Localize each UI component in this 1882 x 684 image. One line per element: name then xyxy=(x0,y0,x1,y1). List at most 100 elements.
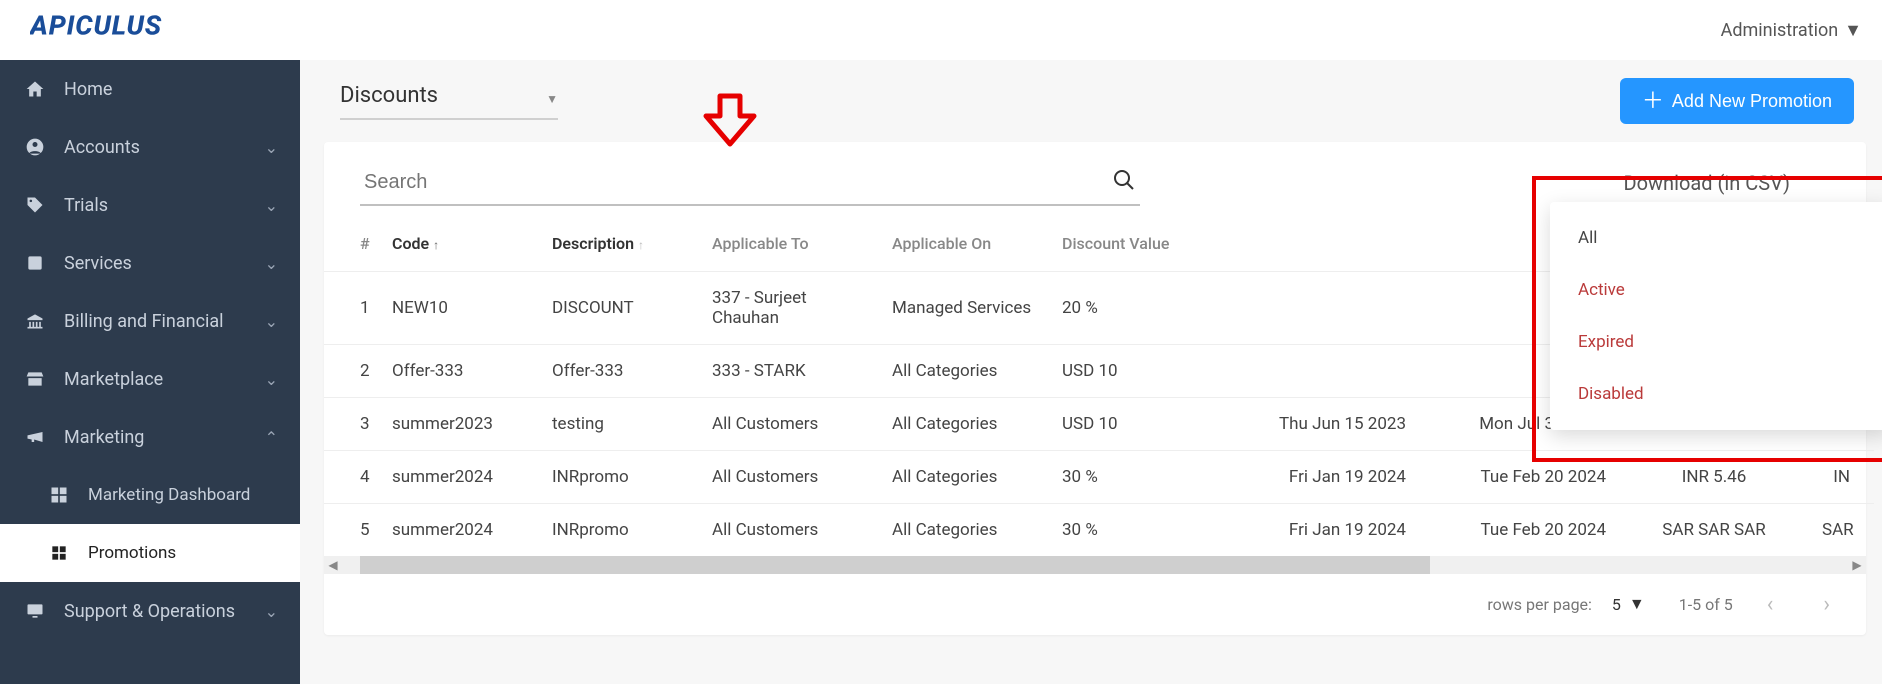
sort-asc-icon: ↑ xyxy=(433,238,439,252)
bank-icon xyxy=(22,311,48,331)
sidebar-item-label: Billing and Financial xyxy=(64,311,265,332)
rows-per-page-select[interactable]: 5 ▼ xyxy=(1612,594,1645,615)
tag-icon xyxy=(22,195,48,215)
sidebar-item-label: Marketing Dashboard xyxy=(88,485,278,505)
add-promotion-button[interactable]: ＋ Add New Promotion xyxy=(1620,78,1854,124)
cell-start-date: Thu Jun 15 2023 xyxy=(1214,398,1414,451)
sidebar-item-label: Promotions xyxy=(88,543,278,563)
column-header-start[interactable] xyxy=(1214,216,1414,272)
cell-description: INRpromo xyxy=(544,504,704,557)
scrollbar-thumb[interactable] xyxy=(360,556,1430,574)
cell-code: summer2023 xyxy=(384,398,544,451)
sidebar-item-label: Home xyxy=(64,79,278,100)
search-input[interactable] xyxy=(364,171,1112,194)
cell-applicable-to: 333 - STARK xyxy=(704,345,884,398)
cell-redeemed-value: INR 5.46 xyxy=(1614,451,1814,504)
cell-description: DISCOUNT xyxy=(544,272,704,345)
prev-page-button[interactable]: ‹ xyxy=(1767,592,1774,617)
sidebar-item-promotions[interactable]: Promotions xyxy=(0,524,300,582)
sidebar-item-label: Trials xyxy=(64,195,265,216)
cell-applicable-on: All Categories xyxy=(884,398,1054,451)
administration-dropdown[interactable]: Administration ▼ xyxy=(1721,20,1862,41)
cell-discount-value: USD 10 xyxy=(1054,398,1214,451)
cell-applicable-on: All Categories xyxy=(884,345,1054,398)
chevron-up-icon: ⌃ xyxy=(265,428,278,447)
chevron-down-icon: ▼ xyxy=(1629,594,1645,614)
cell-last: IN xyxy=(1814,451,1874,504)
cell-start-date: Fri Jan 19 2024 xyxy=(1214,504,1414,557)
cell-discount-value: 20 % xyxy=(1054,272,1214,345)
promotions-icon xyxy=(46,543,72,563)
cell-end-date: Tue Feb 20 2024 xyxy=(1414,451,1614,504)
cell-discount-value: 30 % xyxy=(1054,451,1214,504)
sidebar-item-label: Accounts xyxy=(64,137,265,158)
sidebar: Home Accounts ⌄ Trials ⌄ Services ⌄ Bill… xyxy=(0,60,300,684)
sidebar-item-label: Services xyxy=(64,253,265,274)
search-icon xyxy=(1112,168,1136,196)
cell-discount-value: 30 % xyxy=(1054,504,1214,557)
chevron-down-icon: ⌄ xyxy=(265,370,278,389)
next-page-button[interactable]: › xyxy=(1823,592,1830,617)
megaphone-icon xyxy=(22,427,48,447)
column-header-applicable-to[interactable]: Applicable To xyxy=(704,216,884,272)
chevron-down-icon: ⌄ xyxy=(265,254,278,273)
user-circle-icon xyxy=(22,137,48,157)
filter-option-active[interactable]: Active xyxy=(1550,264,1882,316)
chevron-down-icon: ⌄ xyxy=(265,138,278,157)
table-row[interactable]: 4summer2024INRpromoAll CustomersAll Cate… xyxy=(324,451,1874,504)
sidebar-item-billing[interactable]: Billing and Financial ⌄ xyxy=(0,292,300,350)
sidebar-item-marketing[interactable]: Marketing ⌃ xyxy=(0,408,300,466)
scroll-left-icon[interactable]: ◀ xyxy=(324,558,342,572)
page-title: Discounts xyxy=(340,83,438,108)
column-header-description[interactable]: Description↑ xyxy=(544,216,704,272)
add-promotion-label: Add New Promotion xyxy=(1672,91,1832,112)
chevron-down-icon: ▼ xyxy=(1844,20,1862,41)
sidebar-item-home[interactable]: Home xyxy=(0,60,300,118)
main-area: Discounts ▼ ＋ Add New Promotion Download… xyxy=(300,60,1882,684)
sidebar-item-support[interactable]: Support & Operations ⌄ xyxy=(0,582,300,640)
sidebar-item-accounts[interactable]: Accounts ⌄ xyxy=(0,118,300,176)
cell-discount-value: USD 10 xyxy=(1054,345,1214,398)
cell-num: 4 xyxy=(324,451,384,504)
table-row[interactable]: 5summer2024INRpromoAll CustomersAll Cate… xyxy=(324,504,1874,557)
showing-filter-dropdown: All Active Expired Disabled xyxy=(1550,202,1882,430)
filter-option-all[interactable]: All xyxy=(1550,212,1882,264)
sidebar-item-label: Marketplace xyxy=(64,369,265,390)
annotation-arrow-icon xyxy=(700,92,760,152)
sidebar-item-services[interactable]: Services ⌄ xyxy=(0,234,300,292)
sidebar-item-marketplace[interactable]: Marketplace ⌄ xyxy=(0,350,300,408)
filter-option-expired[interactable]: Expired xyxy=(1550,316,1882,368)
cell-applicable-on: All Categories xyxy=(884,504,1054,557)
sidebar-item-label: Marketing xyxy=(64,427,265,448)
sidebar-item-trials[interactable]: Trials ⌄ xyxy=(0,176,300,234)
cell-description: testing xyxy=(544,398,704,451)
monitor-icon xyxy=(22,601,48,621)
column-header-num[interactable]: # xyxy=(324,216,384,272)
column-header-applicable-on[interactable]: Applicable On xyxy=(884,216,1054,272)
cell-start-date: Fri Jan 19 2024 xyxy=(1214,451,1414,504)
download-csv-link[interactable]: Download (in CSV) xyxy=(1624,171,1791,195)
administration-label: Administration xyxy=(1721,20,1839,41)
pagination-range: 1-5 of 5 xyxy=(1679,595,1733,614)
cell-code: Offer-333 xyxy=(384,345,544,398)
sidebar-item-marketing-dashboard[interactable]: Marketing Dashboard xyxy=(0,466,300,524)
column-header-code[interactable]: Code↑ xyxy=(384,216,544,272)
column-header-discount-value[interactable]: Discount Value xyxy=(1054,216,1214,272)
horizontal-scrollbar[interactable]: ◀ ▶ xyxy=(324,556,1866,574)
filter-option-disabled[interactable]: Disabled xyxy=(1550,368,1882,420)
cell-applicable-to: 337 - Surjeet Chauhan xyxy=(704,272,884,345)
search-field[interactable] xyxy=(360,160,1140,206)
dashboard-icon xyxy=(46,485,72,505)
chevron-down-icon: ⌄ xyxy=(265,196,278,215)
cell-description: Offer-333 xyxy=(544,345,704,398)
scroll-right-icon[interactable]: ▶ xyxy=(1848,558,1866,572)
page-type-dropdown[interactable]: Discounts ▼ xyxy=(340,83,558,120)
store-icon xyxy=(22,369,48,389)
cell-num: 3 xyxy=(324,398,384,451)
cell-num: 2 xyxy=(324,345,384,398)
cell-last: SAR xyxy=(1814,504,1874,557)
pagination: rows per page: 5 ▼ 1-5 of 5 ‹ › xyxy=(324,574,1866,635)
cell-code: summer2024 xyxy=(384,504,544,557)
cell-applicable-to: All Customers xyxy=(704,398,884,451)
cell-applicable-on: All Categories xyxy=(884,451,1054,504)
